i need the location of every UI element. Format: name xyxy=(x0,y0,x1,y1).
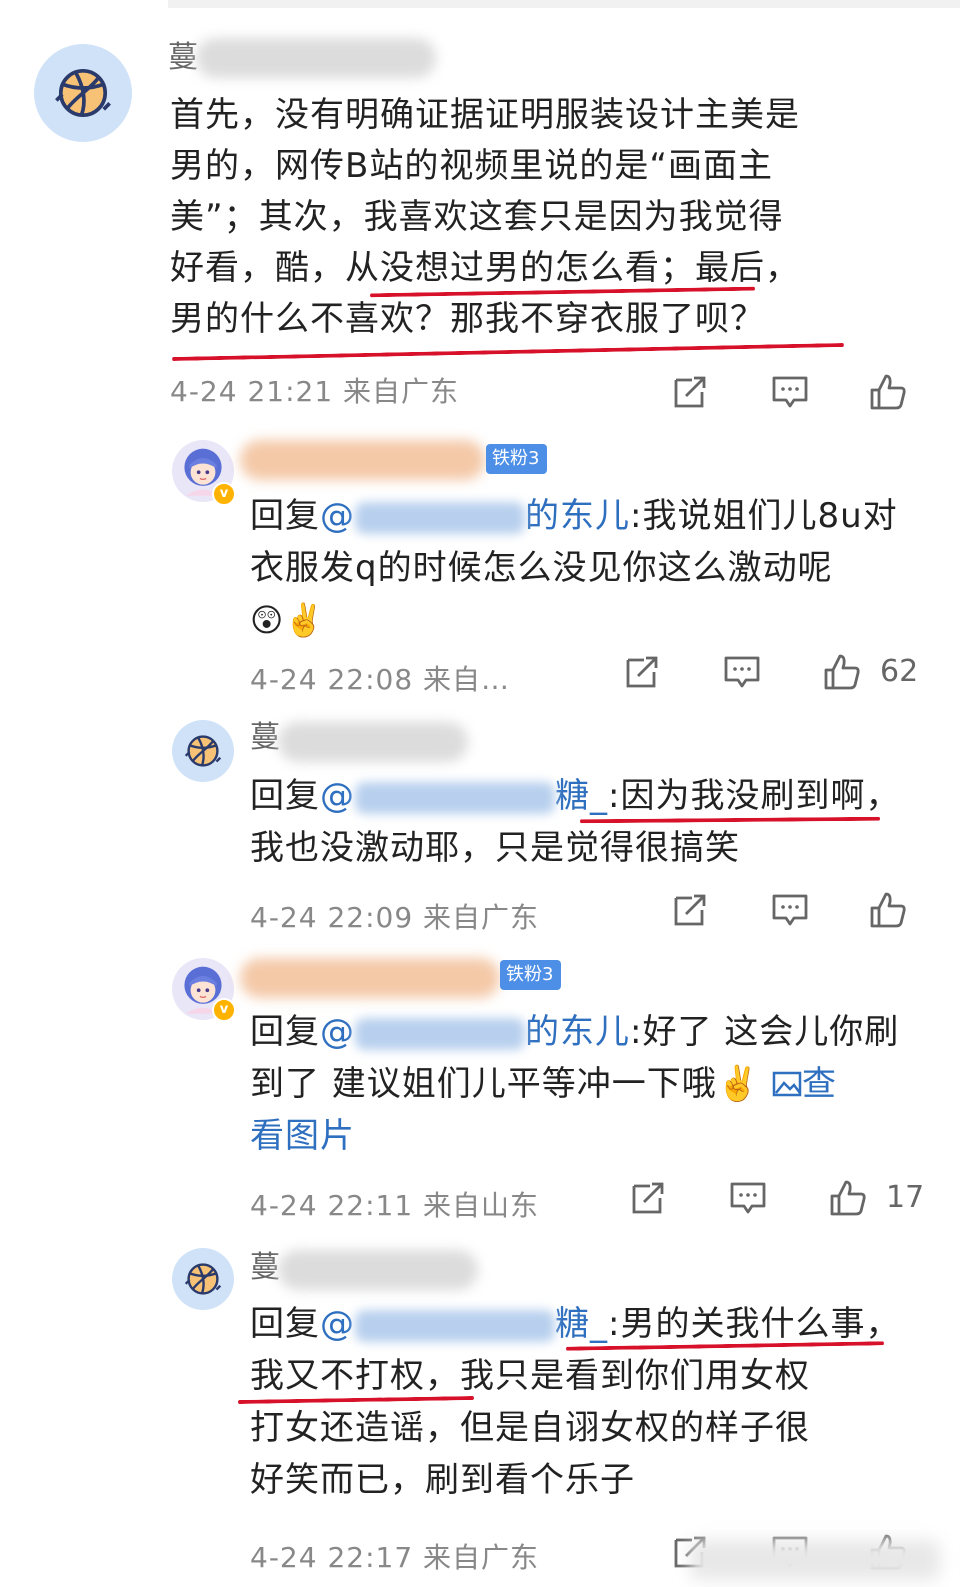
timestamp-location: 4-24 21:21 来自广东 xyxy=(170,375,460,408)
timestamp-location: 4-24 22:09 来自广东 xyxy=(250,901,540,934)
mention-blurred xyxy=(355,501,525,534)
reply-text: 回复@ 的东儿:我说姐们儿8u对 衣服发q的时候怎么没见你这么激动呢 😲✌️ xyxy=(250,490,930,646)
reply-line: :因为我没刷到啊， xyxy=(608,776,901,816)
reply-line: 打女还造谣，但是自诩女权的样子很 xyxy=(250,1408,810,1448)
comment-icon[interactable] xyxy=(722,652,762,692)
comment-line: 男的，网传B站的视频里说的是“画面主 xyxy=(170,146,773,186)
username-blurred xyxy=(278,722,468,762)
basketball-avatar-icon xyxy=(179,1255,227,1303)
share-icon[interactable] xyxy=(670,372,710,412)
username-blurred xyxy=(240,958,500,998)
like-icon[interactable] xyxy=(822,652,862,692)
mention-blurred xyxy=(355,781,555,814)
mention-link[interactable]: @ 的东儿 xyxy=(320,1012,630,1052)
reply-line: :我说姐们儿8u对 xyxy=(630,496,898,536)
fan-level-badge: 铁粉3 xyxy=(500,960,562,990)
verified-badge: v xyxy=(212,998,236,1022)
view-image-link[interactable]: 看图片 xyxy=(250,1110,930,1162)
mention-blurred xyxy=(355,1017,525,1050)
comment-icon[interactable] xyxy=(770,890,810,930)
like-count: 62 xyxy=(880,654,919,689)
like-icon[interactable] xyxy=(868,372,908,412)
emoji-row: 😲✌️ xyxy=(250,601,326,639)
username-blurred xyxy=(240,440,485,480)
fan-level-badge: 铁粉3 xyxy=(486,444,548,474)
reply-line: 我也没激动耶，只是觉得很搞笑 xyxy=(250,828,740,868)
reply-prefix: 回复 xyxy=(250,776,320,816)
share-icon[interactable] xyxy=(670,890,710,930)
reply-line: 衣服发q的时候怎么没见你这么激动呢 xyxy=(250,548,833,588)
avatar[interactable] xyxy=(172,720,234,782)
reply-prefix: 回复 xyxy=(250,1012,320,1052)
avatar[interactable] xyxy=(34,44,132,142)
comment-line: 好看，酷，从没想过男的怎么看；最后， xyxy=(170,248,800,288)
like-count: 17 xyxy=(886,1180,925,1215)
username-initial[interactable]: 蔓 xyxy=(250,718,280,758)
reply-line: 好笑而已，刷到看个乐子 xyxy=(250,1460,635,1500)
mention-link[interactable]: @ 糖_ xyxy=(320,776,608,816)
reply-line: 到了 建议姐们儿平等冲一下哦✌️ xyxy=(250,1064,761,1104)
reply-prefix: 回复 xyxy=(250,496,320,536)
top-divider xyxy=(168,0,960,8)
timestamp-location: 4-24 22:08 来自… xyxy=(250,663,511,696)
reply-line: :男的关我什么事， xyxy=(608,1304,901,1344)
comment-icon[interactable] xyxy=(728,1178,768,1218)
verified-badge: v xyxy=(212,482,236,506)
comment-icon[interactable] xyxy=(770,372,810,412)
mention-link[interactable]: @ 糖_ xyxy=(320,1304,608,1344)
timestamp-location: 4-24 22:11 来自山东 xyxy=(250,1189,540,1222)
comment-text: 首先，没有明确证据证明服装设计主美是 男的，网传B站的视频里说的是“画面主 美”… xyxy=(170,90,930,345)
username-blurred xyxy=(196,38,436,78)
comment-line: 男的什么不喜欢？那我不穿衣服了呗？ xyxy=(170,299,765,339)
username-initial[interactable]: 蔓 xyxy=(250,1248,280,1288)
username-blurred xyxy=(278,1250,478,1290)
username-initial[interactable]: 蔓 xyxy=(168,38,198,78)
comment-line: 美”；其次，我喜欢这套只是因为我觉得 xyxy=(170,197,784,237)
watermark xyxy=(690,1540,940,1580)
share-icon[interactable] xyxy=(622,652,662,692)
like-icon[interactable] xyxy=(868,890,908,930)
like-icon[interactable] xyxy=(828,1178,868,1218)
reply-line: 我又不打权，我只是看到你们用女权 xyxy=(250,1356,810,1396)
reply-line: :好了 这会儿你刷 xyxy=(630,1012,900,1052)
basketball-avatar-icon xyxy=(179,727,227,775)
reply-text: 回复@ 的东儿:好了 这会儿你刷 到了 建议姐们儿平等冲一下哦✌️ 查 看图片 xyxy=(250,1006,930,1162)
reply-prefix: 回复 xyxy=(250,1304,320,1344)
comment-line: 首先，没有明确证据证明服装设计主美是 xyxy=(170,95,800,135)
basketball-avatar-icon xyxy=(46,56,120,130)
underline-mark xyxy=(172,342,844,362)
timestamp-location: 4-24 22:17 来自广东 xyxy=(250,1541,540,1574)
mention-blurred xyxy=(355,1309,555,1342)
view-image-link[interactable]: 查 xyxy=(772,1064,837,1104)
avatar[interactable] xyxy=(172,1248,234,1310)
image-icon xyxy=(772,1071,802,1097)
share-icon[interactable] xyxy=(628,1178,668,1218)
mention-link[interactable]: @ 的东儿 xyxy=(320,496,630,536)
